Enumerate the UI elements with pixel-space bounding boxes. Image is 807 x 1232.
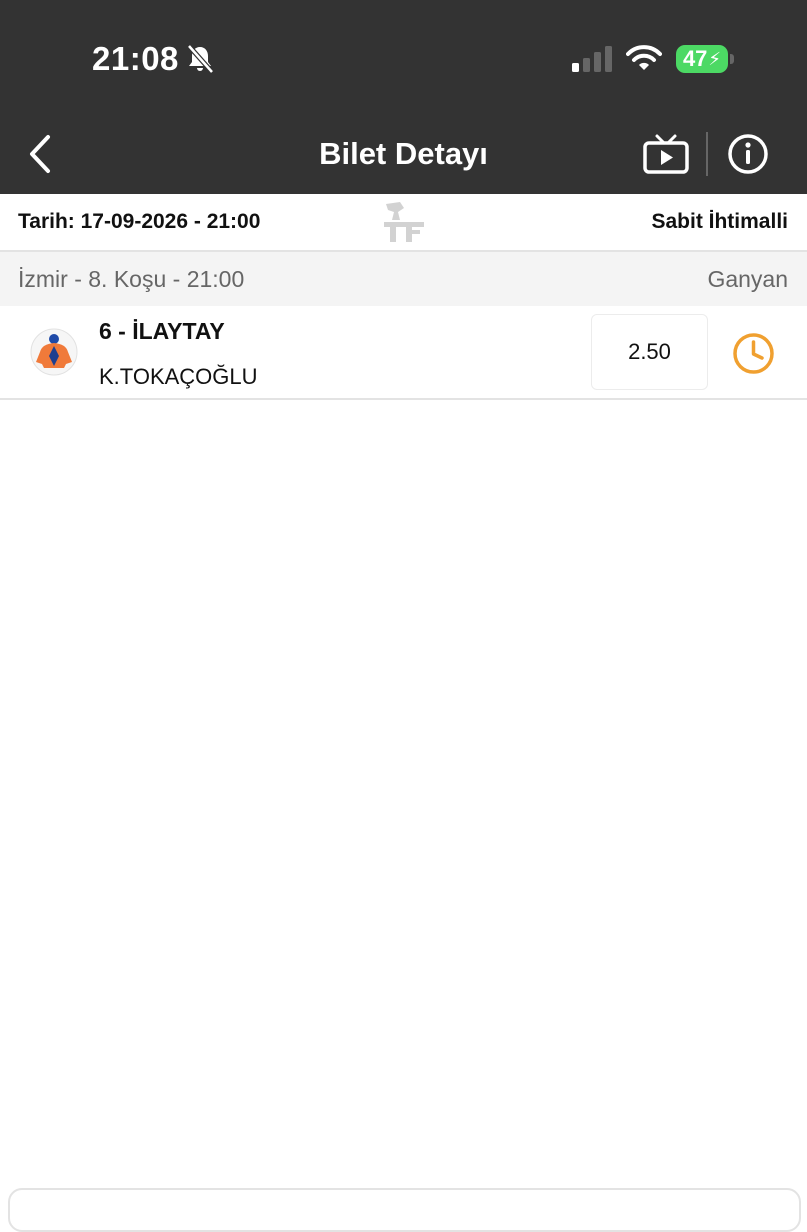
signal-icon bbox=[572, 46, 612, 72]
status-time: 21:08 bbox=[92, 40, 179, 77]
tv-play-icon[interactable] bbox=[643, 133, 689, 175]
odds-box[interactable]: 2.50 bbox=[591, 314, 708, 390]
battery-level: 47 bbox=[682, 46, 708, 71]
bell-slash-icon bbox=[187, 44, 214, 74]
bottom-card bbox=[8, 1188, 801, 1232]
horse-logo-icon bbox=[384, 202, 424, 242]
top-bar: 21:08 47 ⚡ Bilet Detayı bbox=[0, 0, 807, 194]
race-bar: İzmir - 8. Koşu - 21:00 Ganyan bbox=[0, 252, 807, 306]
jockey-name: K.TOKAÇOĞLU bbox=[99, 364, 258, 389]
selection-row[interactable]: 6 - İLAYTAY K.TOKAÇOĞLU 2.50 bbox=[0, 306, 807, 400]
clock-icon bbox=[733, 333, 774, 374]
battery-cap bbox=[730, 54, 734, 64]
header-divider bbox=[706, 132, 708, 176]
race-info: İzmir - 8. Koşu - 21:00 bbox=[18, 266, 245, 292]
ticket-date: Tarih: 17-09-2026 - 21:00 bbox=[18, 210, 261, 233]
wifi-icon bbox=[626, 45, 662, 70]
battery-charging-icon: 47 ⚡ bbox=[676, 45, 728, 73]
info-icon[interactable] bbox=[727, 133, 769, 175]
jockey-silks-icon bbox=[30, 328, 78, 376]
horse-name: 6 - İLAYTAY bbox=[99, 318, 225, 344]
bet-type: Ganyan bbox=[707, 266, 788, 292]
ticket-type: Sabit İhtimalli bbox=[651, 210, 788, 233]
